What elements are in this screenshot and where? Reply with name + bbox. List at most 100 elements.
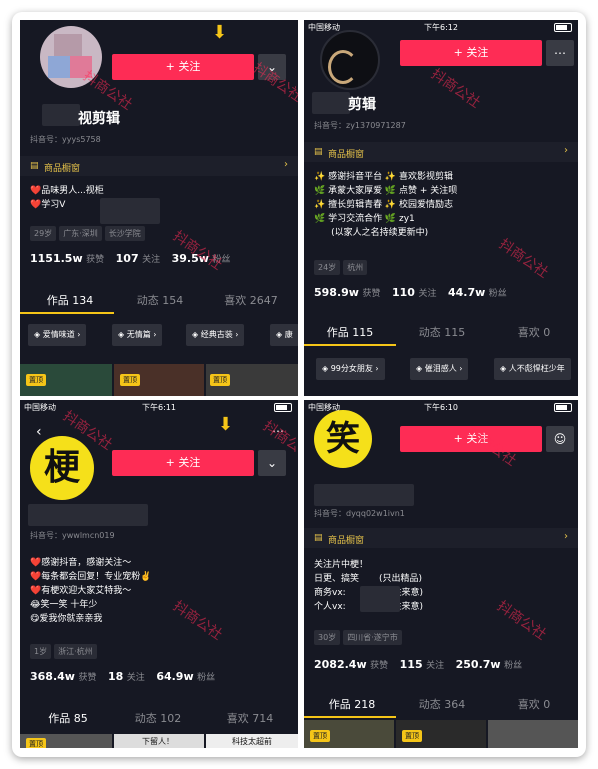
tag-school: 长沙学院	[104, 226, 145, 241]
add-friend-button[interactable]: ☺	[546, 426, 574, 452]
profile-bio: ❤️感谢抖音，感谢关注～ ❤️每条都会回复！专业宠粉✌️ ❤️有梗欢迎大家艾特我…	[30, 558, 152, 624]
collection-chips: ◈ 爱情味道 › ◈ 无情篇 › ◈ 经典古装 › ◈ 康	[20, 324, 298, 350]
tab-likes[interactable]: 喜欢 714	[210, 710, 290, 726]
watermark: 抖商公社	[493, 598, 549, 644]
profile-tags: 1岁 浙江·杭州	[30, 644, 100, 659]
profile-tabs: 作品 115 动态 115 喜欢 0	[304, 324, 578, 344]
shop-window-bar[interactable]: ▤ 商品橱窗 ›	[304, 142, 578, 162]
profile-name: 视剪辑	[78, 111, 120, 127]
back-icon[interactable]: ‹	[36, 424, 42, 440]
tab-dynamics[interactable]: 动态 115	[402, 324, 482, 340]
likes-label: 获赞	[86, 255, 105, 265]
profile-tabs: 作品 218 动态 364 喜欢 0	[304, 696, 578, 716]
fans-count[interactable]: 250.7w	[456, 658, 501, 671]
layers-icon: ◈	[34, 330, 43, 339]
profile-id: 抖音号：zy1370971287	[314, 121, 406, 130]
more-dropdown-button[interactable]: ⌄	[258, 54, 286, 80]
tab-works[interactable]: 作品 115	[310, 324, 390, 340]
chevron-right-icon: ›	[284, 159, 288, 170]
watermark: 抖商公社	[427, 66, 483, 112]
profile-stats: 1151.5w 获赞 107 关注 39.5w 粉丝	[30, 252, 238, 265]
thumb-caption: 下留人！	[142, 737, 174, 746]
chip-collection-1[interactable]: ◈ 爱情味道 ›	[28, 324, 87, 346]
battery-icon	[554, 403, 572, 412]
smile-icon: ☺	[553, 432, 567, 446]
chip-collection-4[interactable]: ◈ 康	[270, 324, 298, 346]
chip-collection-3[interactable]: ◈ 人不彪悍枉少年	[494, 358, 571, 380]
status-bar: 中国移动 下午6:11	[20, 400, 298, 414]
follow-button[interactable]: + 关注	[112, 450, 254, 476]
chip-label: 经典古装 ›	[200, 330, 239, 339]
shop-label: 商品橱窗	[44, 164, 81, 174]
video-thumbnail[interactable]	[488, 720, 578, 748]
chip-label: 康	[284, 330, 293, 339]
tag-age: 29岁	[30, 226, 57, 241]
profile-panel-3: 中国移动 下午6:11 ‹ ⋯ ⬇ 梗 + 关注 ⌄ 抖音号：ywwlmcn01…	[20, 400, 298, 748]
tag-location: 四川省·遂宁市	[343, 630, 402, 645]
tab-dynamics[interactable]: 动态 102	[118, 710, 198, 726]
chevron-down-icon: ⌄	[266, 60, 278, 74]
watermark: 抖商公社	[169, 228, 225, 274]
tab-dynamics[interactable]: 动态 154	[120, 292, 200, 308]
fans-label: 粉丝	[488, 289, 507, 299]
following-count[interactable]: 115	[400, 658, 423, 671]
tab-likes[interactable]: 喜欢 0	[494, 324, 574, 340]
avatar: 笑	[314, 410, 372, 468]
more-dropdown-button[interactable]: ⌄	[258, 450, 286, 476]
tab-works[interactable]: 作品 85	[28, 710, 108, 726]
pinned-badge: 置顶	[402, 730, 422, 742]
collection-chips: ◈ 99分女朋友 › ◈ 催泪感人 › ◈ 人不彪悍枉少年	[304, 358, 578, 384]
profile-id: 抖音号：yyys5758	[30, 135, 101, 144]
likes-label: 获赞	[78, 673, 97, 683]
profile-name: 剪辑	[348, 97, 376, 113]
pinned-badge: 置顶	[120, 374, 140, 386]
avatar	[320, 30, 380, 90]
fans-label: 粉丝	[212, 255, 231, 265]
pinned-badge: 置顶	[26, 374, 46, 386]
arrow-down-icon: ⬇	[218, 414, 234, 435]
following-count[interactable]: 110	[392, 286, 415, 299]
tag-location: 广东·深圳	[59, 226, 102, 241]
name-blur	[314, 484, 414, 506]
chip-collection-1[interactable]: ◈ 99分女朋友 ›	[316, 358, 385, 380]
profile-id: 抖音号：dyqq02w1ivn1	[314, 509, 405, 518]
watermark: 抖商公社	[169, 598, 225, 644]
follow-button[interactable]: + 关注	[400, 40, 542, 66]
more-options-button[interactable]: ⋯	[546, 40, 574, 66]
tab-underline	[20, 312, 114, 314]
chip-collection-2[interactable]: ◈ 无情篇 ›	[112, 324, 163, 346]
fans-count[interactable]: 64.9w	[156, 670, 193, 683]
watermark: 抖商公社	[495, 236, 551, 282]
following-label: 关注	[126, 673, 145, 683]
more-icon[interactable]: ⋯	[272, 424, 284, 438]
follow-button[interactable]: + 关注	[400, 426, 542, 452]
profile-panel-1: ⬇ + 关注 ⌄ 视剪辑 抖音号：yyys5758 ▤ 商品橱窗 › ❤️品味男…	[20, 20, 298, 396]
shop-label: 商品橱窗	[328, 150, 365, 160]
tag-location: 浙江·杭州	[54, 644, 97, 659]
profile-stats: 2082.4w 获赞 115 关注 250.7w 粉丝	[314, 658, 530, 671]
tab-dynamics[interactable]: 动态 364	[402, 696, 482, 712]
more-icon: ⋯	[554, 46, 566, 60]
layers-icon: ◈	[118, 330, 127, 339]
following-count[interactable]: 18	[108, 670, 123, 683]
tag-location: 杭州	[343, 260, 368, 275]
fans-count[interactable]: 39.5w	[172, 252, 209, 265]
chip-collection-3[interactable]: ◈ 经典古装 ›	[186, 324, 245, 346]
shop-window-bar[interactable]: ▤ 商品橱窗 ›	[304, 528, 578, 548]
tab-likes[interactable]: 喜欢 2647	[208, 292, 294, 308]
profile-tabs: 作品 134 动态 154 喜欢 2647	[20, 292, 298, 312]
fans-count[interactable]: 44.7w	[448, 286, 485, 299]
chip-collection-2[interactable]: ◈ 催泪感人 ›	[410, 358, 469, 380]
shop-window-bar[interactable]: ▤ 商品橱窗 ›	[20, 156, 298, 176]
following-count[interactable]: 107	[116, 252, 139, 265]
tab-works[interactable]: 作品 218	[312, 696, 392, 712]
tag-age: 1岁	[30, 644, 52, 659]
tab-likes[interactable]: 喜欢 0	[494, 696, 574, 712]
shop-icon: ▤	[314, 147, 323, 157]
follow-button[interactable]: + 关注	[112, 54, 254, 80]
layers-icon: ◈	[192, 330, 201, 339]
profile-panel-2: 中国移动 下午6:12 + 关注 ⋯ 剪辑 抖音号：zy1370971287 ▤…	[304, 20, 578, 396]
battery-icon	[554, 23, 572, 32]
chevron-right-icon: ›	[564, 531, 568, 542]
tab-works[interactable]: 作品 134	[30, 292, 110, 308]
